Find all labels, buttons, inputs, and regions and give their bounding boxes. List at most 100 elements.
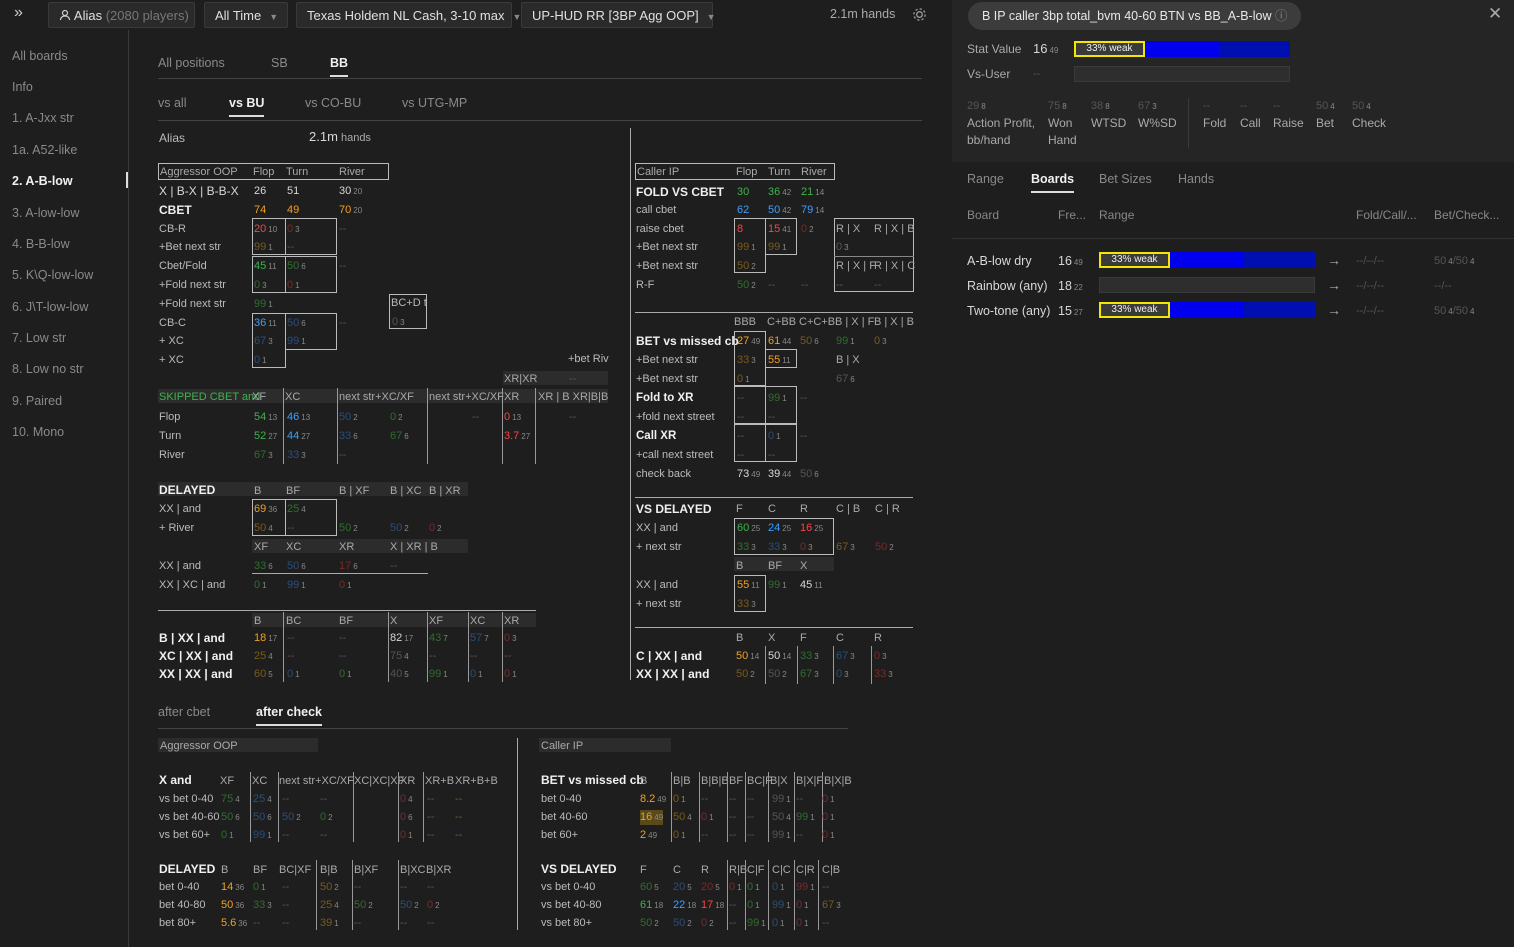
top-toolbar: » Alias (2080 players) All Time ▼ Texas H… — [0, 0, 952, 30]
stat-value: 50 14 — [736, 650, 760, 662]
arrow-icon[interactable]: → — [1327, 278, 1341, 292]
time-dropdown[interactable]: All Time ▼ — [204, 2, 288, 28]
row-label: CBET — [159, 203, 192, 217]
sidebar-item[interactable]: 1. A-Jxx str — [12, 111, 74, 125]
stat-value: 99 1 — [772, 793, 791, 805]
col-header: C+C+B — [799, 316, 836, 328]
sample-size: 2 — [654, 919, 659, 928]
sidebar-item[interactable]: All boards — [12, 49, 68, 63]
sidebar-item[interactable]: 6. J\T-low-low — [12, 300, 88, 314]
sample-size: 3 — [814, 652, 819, 661]
sidebar-item[interactable]: Info — [12, 80, 33, 94]
col-header: XF — [220, 775, 235, 787]
stat-value: 50 14 — [768, 650, 792, 662]
row-label: FOLD VS CBET — [636, 185, 725, 199]
stat-title-pill[interactable]: B IP caller 3bp total_bvm 40-60 BTN vs B… — [968, 2, 1302, 30]
sample-size: 49 — [751, 470, 761, 479]
sample-size: 2 — [353, 413, 358, 422]
tab-street[interactable]: after check — [256, 705, 323, 726]
expand-sidebar-icon[interactable]: » — [14, 4, 23, 22]
sample-size: 4 — [334, 901, 339, 910]
tab-detail[interactable]: Hands — [1178, 172, 1214, 186]
stat-value: 50 6 — [800, 335, 819, 347]
col-header: XR — [400, 775, 416, 787]
sidebar-item[interactable]: 3. A-low-low — [12, 206, 79, 220]
sample-size: 2 — [296, 813, 301, 822]
player-selector[interactable]: Alias (2080 players) — [48, 2, 195, 28]
sidebar-item[interactable]: 8. Low no str — [12, 362, 84, 376]
board-name[interactable]: Two-tone (any) — [967, 304, 1050, 318]
tab-vs[interactable]: vs all — [158, 96, 186, 110]
arrow-icon[interactable]: → — [1327, 303, 1341, 317]
sidebar-item[interactable]: 7. Low str — [12, 331, 66, 345]
sample-size: 1 — [709, 813, 714, 822]
tab-vs[interactable]: vs UTG-MP — [402, 96, 467, 110]
sample-size: 1 — [782, 581, 787, 590]
stat-value: -- — [729, 829, 737, 841]
stat-value: -- — [874, 279, 882, 291]
divider — [535, 388, 536, 464]
sample-size: 1 — [261, 883, 266, 892]
cell-border — [734, 424, 766, 462]
close-icon[interactable]: ✕ — [1488, 4, 1502, 24]
sample-size: 3 — [844, 670, 849, 679]
sample-size: 6 — [404, 432, 409, 441]
stat-value: 50 6 — [287, 560, 306, 572]
mini-stat-value: -- — [1203, 100, 1211, 112]
tab-position[interactable]: SB — [271, 56, 288, 70]
board-name[interactable]: A-B-low dry — [967, 254, 1032, 268]
sidebar-item[interactable]: 4. B-B-low — [12, 237, 70, 251]
board-freq: 16 49 — [1058, 254, 1083, 268]
tab-position[interactable]: BB — [330, 56, 349, 77]
arrow-icon[interactable]: → — [1327, 253, 1341, 267]
sample-size: 5 — [654, 883, 659, 892]
sample-size: 1 — [830, 813, 835, 822]
sidebar-item[interactable]: 9. Paired — [12, 394, 62, 408]
active-marker — [126, 172, 128, 188]
game-dropdown[interactable]: Texas Holdem NL Cash, 3-10 max ▼ — [296, 2, 521, 28]
sidebar-item[interactable]: 1a. A52-like — [12, 143, 77, 157]
players-count: (2080 players) — [105, 8, 189, 23]
tab-position[interactable]: All positions — [158, 56, 225, 70]
stat-value: 46 13 — [287, 411, 311, 423]
fold-call-raise: --/--/-- — [1356, 255, 1385, 267]
stat-value: 50 4 — [772, 811, 791, 823]
table-title: Aggressor OOP — [160, 740, 238, 752]
col-header: X — [768, 632, 776, 644]
sample-size: 22 — [1073, 283, 1083, 292]
col-header: River — [339, 166, 365, 178]
tab-detail[interactable]: Range — [967, 172, 1004, 186]
divider — [502, 612, 503, 682]
stat-value: -- — [339, 317, 347, 329]
stat-value: 02 — [701, 917, 714, 929]
info-icon[interactable]: ⓘ — [1275, 9, 1288, 23]
sample-size: 11 — [814, 581, 823, 590]
tab-street[interactable]: after cbet — [158, 705, 210, 719]
tab-detail[interactable]: Bet Sizes — [1099, 172, 1152, 186]
stat-value: -- — [747, 829, 755, 841]
stat-value: 50 2 — [875, 541, 894, 553]
sidebar-item[interactable]: 2. A-B-low — [12, 174, 73, 188]
stat-value: 50 4 — [254, 522, 273, 534]
col-header: BBB — [734, 316, 757, 328]
sidebar-item[interactable]: 5. K\Q-low-low — [12, 268, 93, 282]
sample-size: 3 — [882, 652, 887, 661]
col-header: X — [800, 560, 808, 572]
hud-dropdown[interactable]: UP-HUD RR [3BP Agg OOP] ▼ — [521, 2, 716, 28]
sample-size: 25 — [751, 524, 761, 533]
stat-value: 02 — [427, 899, 440, 911]
stat-value: 01 — [221, 829, 234, 841]
stat-value: 03 — [874, 650, 887, 662]
tab-vs[interactable]: vs CO-BU — [305, 96, 361, 110]
divider — [388, 612, 389, 682]
sidebar-item[interactable]: 10. Mono — [12, 425, 64, 439]
player-name: Alias — [73, 8, 103, 23]
stat-value: 50 6 — [221, 811, 240, 823]
tab-vs[interactable]: vs BU — [229, 96, 265, 117]
stat-value: 99 1 — [772, 829, 791, 841]
board-name[interactable]: Rainbow (any) — [967, 279, 1048, 293]
tab-detail[interactable]: Boards — [1031, 172, 1075, 193]
divider — [278, 772, 279, 842]
gear-icon[interactable] — [912, 7, 927, 25]
col-header: B|B — [320, 864, 338, 876]
